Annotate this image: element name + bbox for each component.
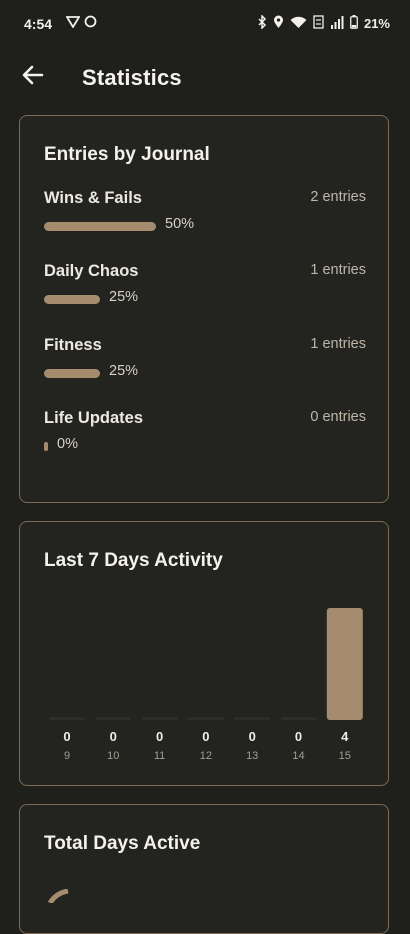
activity-bar xyxy=(95,717,132,720)
activity-count-label: 0 xyxy=(202,729,209,744)
location-icon xyxy=(273,15,284,32)
journal-entry-count: 1 entries xyxy=(310,336,366,352)
activity-day-label: 9 xyxy=(64,750,70,762)
activity-day-label: 13 xyxy=(246,750,258,762)
activity-bar-chart: 0 9 0 10 0 11 0 12 0 13 0 14 4 15 xyxy=(49,608,363,762)
activity-count-label: 0 xyxy=(249,729,256,744)
journal-percent: 25% xyxy=(109,289,139,305)
lte-icon xyxy=(313,15,324,32)
activity-day-label: 14 xyxy=(292,750,304,762)
battery-percent: 21% xyxy=(363,16,390,31)
journal-percent: 50% xyxy=(165,216,195,232)
activity-day-label: 11 xyxy=(154,750,165,762)
activity-bar xyxy=(187,717,224,720)
ring-chart-fragment xyxy=(48,889,69,903)
entries-by-journal-card: Entries by Journal Wins & Fails 2 entrie… xyxy=(19,115,389,503)
page-title: Statistics xyxy=(82,65,182,90)
status-bar: 4:54 21% xyxy=(0,0,410,50)
total-days-active-card: Total Days Active xyxy=(19,804,389,934)
journal-entry-count: 1 entries xyxy=(310,262,366,278)
journal-name: Wins & Fails xyxy=(44,189,142,207)
circle-icon xyxy=(84,15,97,33)
journal-row-wins-fails[interactable]: Wins & Fails 2 entries 50% xyxy=(44,189,366,259)
app-bar: Statistics xyxy=(0,50,410,106)
activity-count-label: 0 xyxy=(156,729,163,744)
journal-entry-count: 0 entries xyxy=(310,409,366,425)
journal-percent: 25% xyxy=(109,363,139,379)
back-button[interactable] xyxy=(18,62,48,92)
activity-day-label: 10 xyxy=(107,750,119,762)
activity-bar xyxy=(141,717,178,720)
journal-percent: 0% xyxy=(57,436,78,452)
journal-name: Life Updates xyxy=(44,409,144,427)
activity-day-label: 12 xyxy=(200,750,212,762)
journal-name: Daily Chaos xyxy=(44,262,139,280)
bluetooth-icon xyxy=(257,14,267,32)
activity-bar xyxy=(49,717,85,720)
arrow-back-icon xyxy=(22,65,44,90)
journal-row-fitness[interactable]: Fitness 1 entries 25% xyxy=(44,336,366,406)
wifi-icon xyxy=(290,16,307,32)
journal-row-daily-chaos[interactable]: Daily Chaos 1 entries 25% xyxy=(44,262,366,332)
journal-entry-count: 2 entries xyxy=(310,189,366,205)
journal-name: Fitness xyxy=(44,336,102,354)
activity-count-label: 0 xyxy=(110,729,117,744)
activity-bar xyxy=(326,608,363,720)
journal-progress-bar xyxy=(44,369,304,378)
activity-bar xyxy=(234,717,271,720)
journal-progress-bar xyxy=(44,442,304,451)
activity-count-label: 0 xyxy=(295,729,302,744)
card-title: Total Days Active xyxy=(44,833,201,854)
activity-day-label: 15 xyxy=(339,750,351,762)
status-time: 4:54 xyxy=(24,16,53,32)
vpn-icon xyxy=(65,15,81,33)
activity-count-label: 4 xyxy=(341,729,349,744)
activity-card: Last 7 Days Activity 0 9 0 10 0 11 0 12 0 13 0 14 4 1… xyxy=(19,521,389,786)
journal-row-life-updates[interactable]: Life Updates 0 entries 0% xyxy=(44,409,366,479)
journal-progress-bar xyxy=(44,295,304,304)
activity-count-label: 0 xyxy=(63,729,70,744)
card-title: Entries by Journal xyxy=(44,144,210,165)
signal-icon xyxy=(330,15,344,32)
activity-bar xyxy=(280,717,317,720)
battery-icon xyxy=(350,15,358,32)
